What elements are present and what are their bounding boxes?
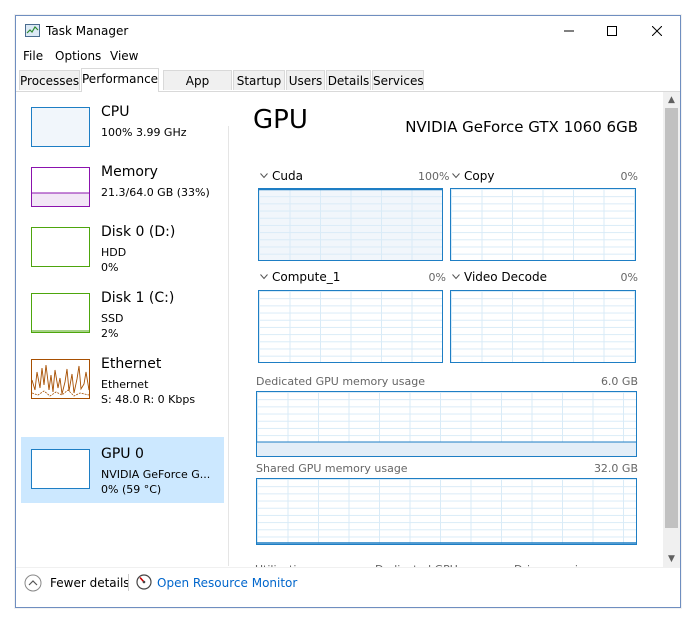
engine-selector-copy[interactable]: Copy <box>464 169 494 183</box>
menu-view[interactable]: View <box>110 49 138 63</box>
chevron-down-icon[interactable] <box>452 274 460 280</box>
sidebar-item-usage: 0% <box>101 261 119 274</box>
chevron-down-icon[interactable] <box>260 173 268 179</box>
sidebar-item-detail: 21.3/64.0 GB (33%) <box>101 186 210 199</box>
sidebar-item-disk-1[interactable]: Disk 1 (C:) SSD 2% <box>21 281 224 347</box>
chevron-down-icon[interactable] <box>260 274 268 280</box>
scroll-thumb[interactable] <box>665 108 678 528</box>
tab-processes[interactable]: Processes <box>19 70 80 90</box>
sidebar-item-throughput: S: 48.0 R: 0 Kbps <box>101 393 196 406</box>
sidebar-divider <box>228 126 229 566</box>
tab-details[interactable]: Details <box>326 70 371 90</box>
minimize-button[interactable] <box>546 16 592 46</box>
tab-startup[interactable]: Startup <box>233 70 285 90</box>
disk-1-thumbnail-graph <box>31 293 90 333</box>
menu-bar: File Options View <box>16 46 680 66</box>
gpu-detail-panel: GPU NVIDIA GeForce GTX 1060 6GB Cuda 100… <box>238 92 658 576</box>
sidebar-item-usage: 0% (59 °C) <box>101 483 162 496</box>
gpu-0-thumbnail-graph <box>31 449 90 489</box>
resource-monitor-icon <box>136 574 152 590</box>
chevron-up-circle-icon[interactable] <box>24 574 42 592</box>
sidebar-item-usage: 2% <box>101 327 119 340</box>
close-button[interactable] <box>634 16 680 46</box>
sidebar-item-detail: 100% 3.99 GHz <box>101 126 187 139</box>
engine-selector-video-decode[interactable]: Video Decode <box>464 270 547 284</box>
ethernet-thumbnail-graph <box>31 359 90 399</box>
sidebar-item-cpu[interactable]: CPU 100% 3.99 GHz <box>21 95 224 159</box>
menu-options[interactable]: Options <box>55 49 101 63</box>
memory-thumbnail-graph <box>31 167 90 207</box>
title-bar: Task Manager <box>16 16 680 48</box>
sidebar-item-title: CPU <box>101 104 130 120</box>
ethernet-graph-line <box>32 364 89 397</box>
dedicated-memory-max: 6.0 GB <box>600 375 638 388</box>
maximize-icon <box>607 26 617 36</box>
footer-divider <box>16 567 680 568</box>
engine-selector-compute-1[interactable]: Compute_1 <box>272 270 340 284</box>
tab-performance[interactable]: Performance <box>81 68 159 92</box>
dedicated-memory-graph <box>256 391 637 457</box>
scroll-down-icon[interactable]: ▼ <box>663 551 680 567</box>
footer-bar: Fewer details Open Resource Monitor <box>16 567 680 607</box>
sidebar-item-title: Memory <box>101 164 158 180</box>
tab-users[interactable]: Users <box>286 70 325 90</box>
disk-0-thumbnail-graph <box>31 227 90 267</box>
video-decode-utilization-graph <box>450 290 636 363</box>
shared-memory-graph <box>256 478 637 545</box>
sidebar-item-gpu-0[interactable]: GPU 0 NVIDIA GeForce G... 0% (59 °C) <box>21 437 224 503</box>
shared-memory-label: Shared GPU memory usage <box>256 462 408 475</box>
resource-list: CPU 100% 3.99 GHz Memory 21.3/64.0 GB (3… <box>16 92 228 567</box>
open-resource-monitor-link[interactable]: Open Resource Monitor <box>157 576 297 590</box>
disk-1-graph-line <box>32 330 89 332</box>
sidebar-item-title: GPU 0 <box>101 446 144 462</box>
cpu-thumbnail-graph <box>31 107 90 147</box>
copy-utilization-graph <box>450 188 636 261</box>
footer-separator <box>128 574 129 591</box>
vertical-scrollbar[interactable]: ▲ ▼ <box>663 92 680 567</box>
tab-strip: Processes Performance App history Startu… <box>16 68 680 108</box>
minimize-icon <box>564 30 574 32</box>
engine-percent-compute-1: 0% <box>428 271 446 284</box>
scroll-up-icon[interactable]: ▲ <box>663 92 680 108</box>
menu-file[interactable]: File <box>23 49 43 63</box>
sidebar-item-title: Ethernet <box>101 356 162 372</box>
sidebar-item-disk-0[interactable]: Disk 0 (D:) HDD 0% <box>21 215 224 281</box>
sidebar-item-type: SSD <box>101 312 124 325</box>
sidebar-item-ethernet[interactable]: Ethernet Ethernet S: 48.0 R: 0 Kbps <box>21 347 224 413</box>
sidebar-item-memory[interactable]: Memory 21.3/64.0 GB (33%) <box>21 155 224 219</box>
gpu-model-name: NVIDIA GeForce GTX 1060 6GB <box>405 118 638 136</box>
shared-memory-max: 32.0 GB <box>593 462 638 475</box>
sidebar-item-model: NVIDIA GeForce G... <box>101 468 211 481</box>
tab-app-history[interactable]: App history <box>163 70 232 108</box>
sidebar-item-title: Disk 1 (C:) <box>101 290 175 306</box>
task-manager-icon <box>25 24 40 37</box>
memory-graph-line <box>32 192 89 206</box>
sidebar-item-title: Disk 0 (D:) <box>101 224 176 240</box>
engine-percent-video-decode: 0% <box>620 271 638 284</box>
task-manager-window: Task Manager File Options View Processes… <box>15 15 681 608</box>
performance-panel: CPU 100% 3.99 GHz Memory 21.3/64.0 GB (3… <box>16 92 680 576</box>
engine-percent-cuda: 100% <box>418 170 450 183</box>
dedicated-memory-fill <box>257 441 636 456</box>
compute-1-utilization-graph <box>258 290 443 363</box>
sidebar-item-type: HDD <box>101 246 127 259</box>
tab-services[interactable]: Services <box>372 70 424 90</box>
maximize-button[interactable] <box>589 16 635 46</box>
shared-memory-fill <box>257 542 636 544</box>
close-icon <box>652 26 662 36</box>
cuda-utilization-graph <box>258 188 443 261</box>
cuda-graph-line <box>259 189 442 191</box>
window-title: Task Manager <box>46 24 129 38</box>
page-title: GPU <box>253 105 308 135</box>
engine-percent-copy: 0% <box>620 170 638 183</box>
sidebar-item-adapter: Ethernet <box>101 378 149 391</box>
dedicated-memory-label: Dedicated GPU memory usage <box>256 375 425 388</box>
engine-selector-cuda[interactable]: Cuda <box>272 169 303 183</box>
chevron-down-icon[interactable] <box>452 173 460 179</box>
fewer-details-link[interactable]: Fewer details <box>50 576 130 590</box>
